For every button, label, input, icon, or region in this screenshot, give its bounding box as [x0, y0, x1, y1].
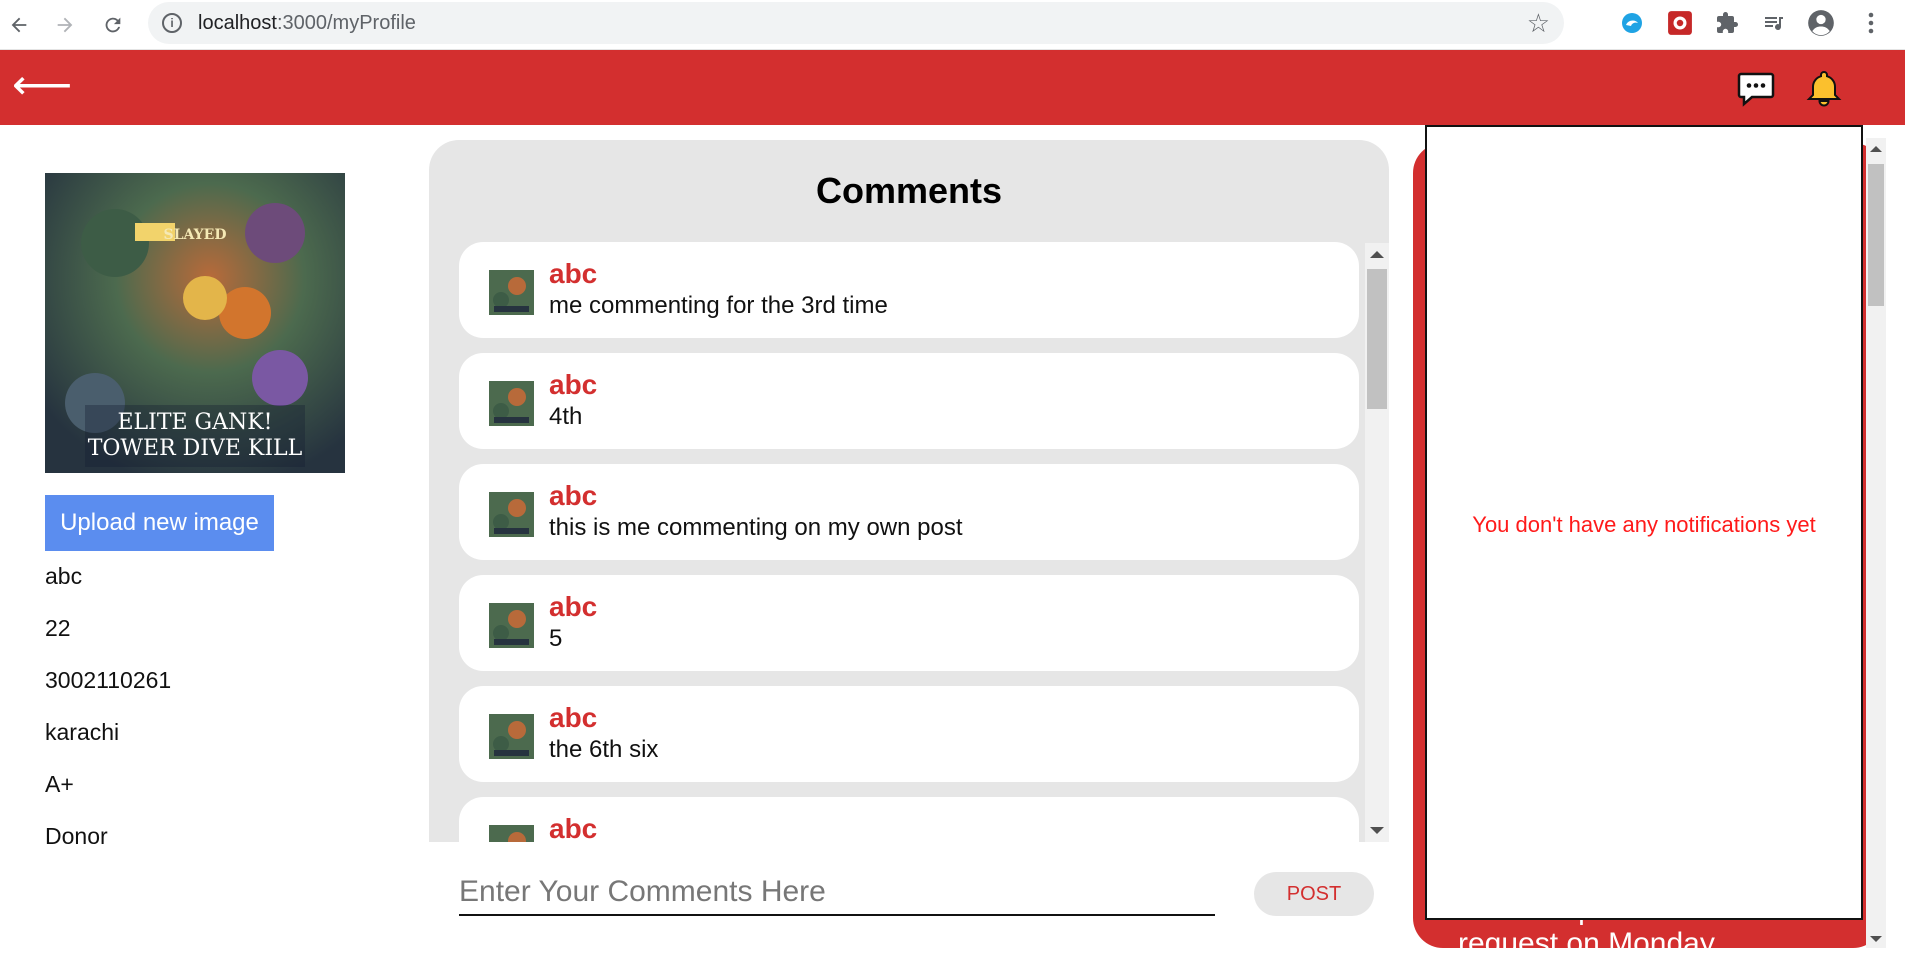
profile-role: Donor — [45, 823, 108, 849]
comment-text: me commenting for the 3rd time — [549, 292, 888, 319]
comment-text: 4th — [549, 403, 583, 430]
comment-author[interactable]: abc — [549, 702, 597, 734]
comment-avatar — [489, 825, 534, 842]
comment-item: abc — [459, 797, 1359, 842]
app-header: ⟵ — [0, 50, 1905, 125]
comment-text: the 6th six — [549, 736, 659, 763]
comment-author[interactable]: abc — [549, 813, 597, 842]
comment-input[interactable] — [459, 870, 1215, 916]
reload-icon[interactable] — [96, 8, 130, 42]
profile-blood-group: A+ — [45, 771, 74, 797]
comment-avatar — [489, 381, 534, 426]
comment-author[interactable]: abc — [549, 258, 597, 290]
comment-author[interactable]: abc — [549, 480, 597, 512]
profile-phone: 3002110261 — [45, 667, 172, 693]
profile-image: SLAYED ELITE GANK! TOWER DIVE KILL — [45, 173, 345, 473]
address-bar[interactable]: i localhost:3000/myProfile ☆ — [148, 2, 1564, 44]
comment-item: abc the 6th six — [459, 686, 1359, 782]
page-scrollbar[interactable] — [1866, 138, 1886, 948]
comments-panel: Comments abc me commenting for the 3rd t… — [429, 140, 1389, 842]
comment-text: 5 — [549, 625, 563, 652]
comment-item: abc this is me commenting on my own post — [459, 464, 1359, 560]
page-scroll-up-arrow-icon[interactable] — [1870, 146, 1882, 152]
profile-age: 22 — [45, 615, 71, 641]
post-button[interactable]: POST — [1254, 872, 1374, 916]
comment-avatar — [489, 270, 534, 315]
site-info-icon[interactable]: i — [162, 13, 182, 33]
browser-toolbar: i localhost:3000/myProfile ☆ — [0, 0, 1905, 50]
comment-author[interactable]: abc — [549, 591, 597, 623]
profile-name: abc — [45, 563, 83, 589]
account-avatar-icon[interactable] — [1806, 8, 1836, 38]
comment-item: abc 4th — [459, 353, 1359, 449]
empty-notifications-message: You don't have any notifications yet — [1472, 512, 1816, 537]
svg-text:SLAYED: SLAYED — [164, 227, 227, 243]
chat-icon[interactable] — [1736, 68, 1776, 108]
extension-red-icon[interactable] — [1665, 8, 1695, 38]
comments-scrollbar[interactable] — [1365, 243, 1389, 842]
comment-text: this is me commenting on my own post — [549, 514, 963, 541]
comment-item: abc me commenting for the 3rd time — [459, 242, 1359, 338]
svg-text:ELITE GANK!: ELITE GANK! — [117, 410, 272, 435]
bookmark-star-icon[interactable]: ☆ — [1527, 8, 1550, 39]
browser-menu-icon[interactable] — [1856, 8, 1886, 38]
page-scroll-down-arrow-icon[interactable] — [1870, 936, 1882, 942]
svg-text:TOWER DIVE KILL: TOWER DIVE KILL — [88, 436, 303, 461]
comments-title: Comments — [815, 170, 1003, 211]
page-scrollbar-thumb[interactable] — [1868, 164, 1884, 306]
bell-icon[interactable] — [1804, 68, 1844, 108]
comment-avatar — [489, 603, 534, 648]
comment-author[interactable]: abc — [549, 369, 597, 401]
back-arrow-icon[interactable]: ⟵ — [12, 64, 72, 106]
scroll-down-arrow-icon[interactable] — [1370, 827, 1384, 834]
forward-icon[interactable] — [48, 8, 82, 42]
extensions-puzzle-icon[interactable] — [1712, 8, 1742, 38]
scroll-up-arrow-icon[interactable] — [1370, 251, 1384, 258]
media-playlist-icon[interactable] — [1759, 8, 1789, 38]
notifications-dropdown: You don't have any notifications yet — [1425, 125, 1863, 920]
profile-city: karachi — [45, 719, 120, 745]
back-icon[interactable] — [2, 8, 36, 42]
url-text: localhost:3000/myProfile — [198, 12, 416, 34]
scrollbar-thumb[interactable] — [1367, 269, 1387, 409]
extension-edge-icon[interactable] — [1617, 8, 1647, 38]
upload-image-button[interactable]: Upload new image — [45, 495, 274, 551]
comment-item: abc 5 — [459, 575, 1359, 671]
comment-avatar — [489, 714, 534, 759]
comment-avatar — [489, 492, 534, 537]
